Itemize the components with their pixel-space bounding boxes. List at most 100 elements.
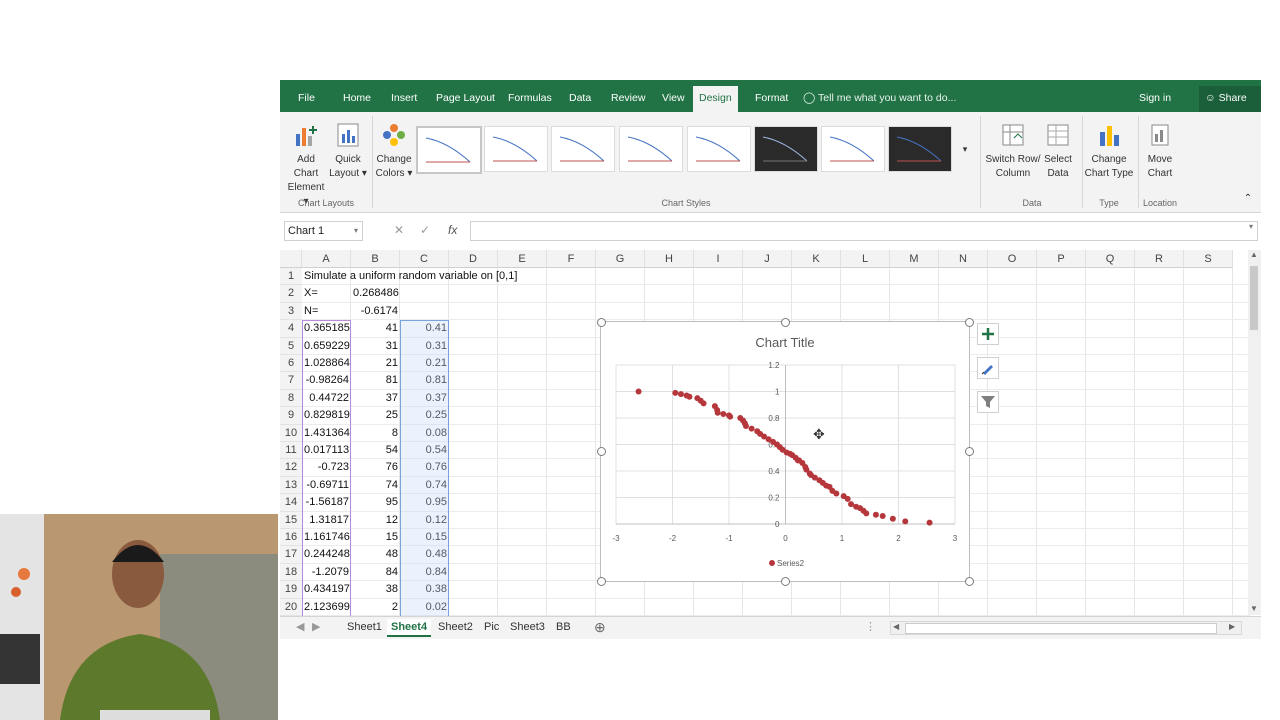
- data-point[interactable]: [672, 389, 679, 396]
- cell-b17[interactable]: 48: [351, 546, 400, 563]
- resize-handle[interactable]: [965, 318, 974, 327]
- sheet-tab-sheet2[interactable]: Sheet2: [438, 619, 473, 635]
- scroll-down-icon[interactable]: ▼: [1250, 604, 1258, 613]
- sheet-tab-bb[interactable]: BB: [556, 619, 571, 635]
- column-header-m[interactable]: M: [890, 250, 939, 268]
- data-point[interactable]: [879, 513, 886, 520]
- column-header-h[interactable]: H: [645, 250, 694, 268]
- resize-handle[interactable]: [781, 318, 790, 327]
- tab-file[interactable]: File: [298, 80, 315, 112]
- row-header-2[interactable]: 2: [280, 285, 302, 303]
- scroll-thumb[interactable]: [905, 623, 1217, 634]
- sheet-tab-sheet1[interactable]: Sheet1: [347, 619, 382, 635]
- cell-a3[interactable]: N=: [302, 303, 351, 320]
- column-header-s[interactable]: S: [1184, 250, 1233, 268]
- row-header-1[interactable]: 1: [280, 268, 302, 286]
- scroll-thumb[interactable]: [1250, 266, 1258, 330]
- row-header-16[interactable]: 16: [280, 529, 302, 547]
- data-point[interactable]: [714, 409, 721, 416]
- enter-icon[interactable]: ✓: [420, 221, 430, 239]
- tab-data[interactable]: Data: [569, 80, 591, 112]
- cell-b18[interactable]: 84: [351, 564, 400, 581]
- chart-title[interactable]: Chart Title: [755, 335, 814, 350]
- tab-split-icon[interactable]: ⋮: [865, 619, 876, 635]
- scroll-up-icon[interactable]: ▲: [1250, 250, 1258, 259]
- data-point[interactable]: [902, 518, 909, 525]
- data-point[interactable]: [748, 425, 755, 432]
- column-header-o[interactable]: O: [988, 250, 1037, 268]
- cancel-icon[interactable]: ✕: [394, 221, 404, 239]
- column-header-p[interactable]: P: [1037, 250, 1086, 268]
- chart-style-4[interactable]: [619, 126, 683, 172]
- sign-in-link[interactable]: Sign in: [1139, 80, 1171, 112]
- column-header-j[interactable]: J: [743, 250, 792, 268]
- data-point[interactable]: [889, 515, 896, 522]
- cell-b16[interactable]: 15: [351, 529, 400, 546]
- change-colors-button[interactable]: Change Colors ▾: [374, 122, 414, 181]
- row-header-12[interactable]: 12: [280, 459, 302, 477]
- cell-b10[interactable]: 8: [351, 425, 400, 442]
- insert-function-icon[interactable]: fx: [448, 221, 457, 239]
- resize-handle[interactable]: [597, 447, 606, 456]
- column-header-b[interactable]: B: [351, 250, 400, 268]
- row-header-19[interactable]: 19: [280, 581, 302, 599]
- horizontal-scrollbar[interactable]: ◀ ▶: [890, 621, 1242, 635]
- data-point[interactable]: [872, 511, 879, 518]
- cell-c2[interactable]: [400, 285, 449, 302]
- chevron-down-icon[interactable]: ▾: [354, 222, 358, 240]
- sheet-tab-pic[interactable]: Pic: [484, 619, 499, 635]
- formula-input[interactable]: ▾: [470, 221, 1258, 241]
- row-header-3[interactable]: 3: [280, 302, 302, 321]
- cell-b19[interactable]: 38: [351, 581, 400, 598]
- sheet-tab-sheet3[interactable]: Sheet3: [510, 619, 545, 635]
- sheet-tab-sheet4[interactable]: Sheet4: [387, 619, 432, 637]
- tab-insert[interactable]: Insert: [391, 80, 417, 112]
- collapse-ribbon-icon[interactable]: ⌃: [1242, 192, 1254, 206]
- cell-b3[interactable]: -0.6174: [351, 303, 400, 320]
- row-header-7[interactable]: 7: [280, 372, 302, 390]
- data-point[interactable]: [700, 400, 707, 407]
- data-point[interactable]: [848, 501, 855, 508]
- chart-styles-button[interactable]: [977, 357, 999, 379]
- scroll-left-icon[interactable]: ◀: [893, 622, 899, 631]
- data-point[interactable]: [686, 393, 693, 400]
- chart-object[interactable]: Chart Title 0 0.2 0.4 0.6 0.8 1 1.2 -3 -2 -1 0 1 2 3…: [597, 318, 974, 586]
- add-chart-element-button[interactable]: Add Chart Element ▾: [284, 122, 328, 209]
- scroll-right-icon[interactable]: ▶: [1229, 622, 1235, 631]
- chart-style-7[interactable]: [821, 126, 885, 172]
- row-header-17[interactable]: 17: [280, 546, 302, 564]
- cell-c1[interactable]: [400, 268, 449, 285]
- column-header-r[interactable]: R: [1135, 250, 1184, 268]
- chart-style-6[interactable]: [754, 126, 818, 172]
- data-point[interactable]: [720, 411, 727, 418]
- cell-b13[interactable]: 74: [351, 477, 400, 494]
- data-point[interactable]: [863, 510, 870, 517]
- resize-handle[interactable]: [781, 577, 790, 586]
- select-all-corner[interactable]: [280, 250, 302, 268]
- move-chart-button[interactable]: Move Chart: [1142, 122, 1178, 181]
- row-header-5[interactable]: 5: [280, 337, 302, 355]
- select-data-button[interactable]: Select Data: [1042, 122, 1074, 181]
- tab-home[interactable]: Home: [343, 80, 371, 112]
- column-header-a[interactable]: A: [302, 250, 351, 268]
- chart-filters-button[interactable]: [977, 391, 999, 413]
- data-point[interactable]: [742, 422, 749, 429]
- chart-style-5[interactable]: [687, 126, 751, 172]
- cell-b8[interactable]: 37: [351, 390, 400, 407]
- cell-b14[interactable]: 95: [351, 494, 400, 511]
- cell-c3[interactable]: [400, 303, 449, 320]
- expand-formula-icon[interactable]: ▾: [1249, 222, 1253, 231]
- data-point[interactable]: [635, 388, 642, 395]
- chart-style-8[interactable]: [888, 126, 952, 172]
- cell-a2[interactable]: X=: [302, 285, 351, 302]
- cell-b6[interactable]: 21: [351, 355, 400, 372]
- tab-page-layout[interactable]: Page Layout: [436, 80, 495, 112]
- change-chart-type-button[interactable]: Change Chart Type: [1084, 122, 1134, 181]
- data-point[interactable]: [833, 490, 840, 497]
- row-header-14[interactable]: 14: [280, 494, 302, 512]
- data-point[interactable]: [926, 519, 933, 526]
- tab-format[interactable]: Format: [755, 80, 788, 112]
- switch-row-column-button[interactable]: Switch Row/ Column: [984, 122, 1042, 181]
- column-header-q[interactable]: Q: [1086, 250, 1135, 268]
- cell-b7[interactable]: 81: [351, 372, 400, 389]
